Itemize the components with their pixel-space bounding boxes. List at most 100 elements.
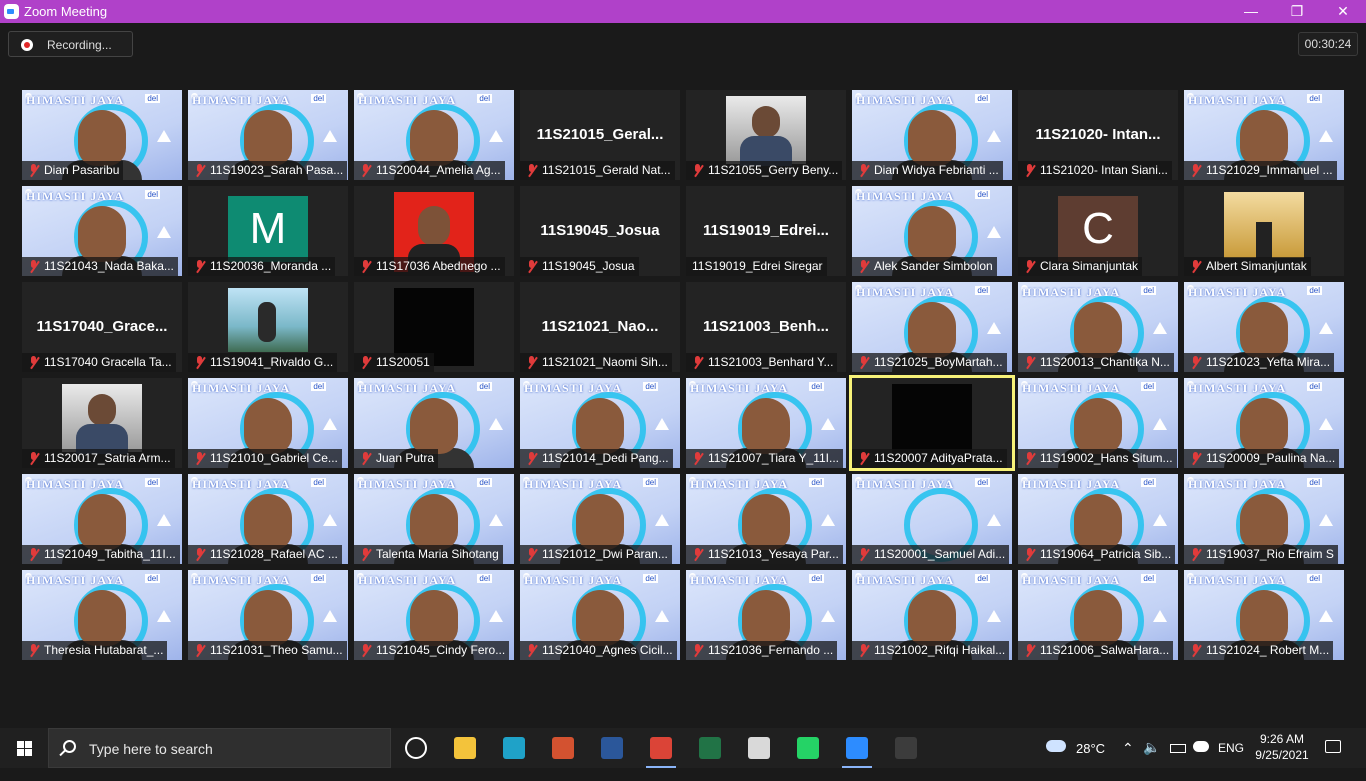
participant-tile[interactable]: HIMASTI JAYA del 11S19037_Rio Efraim S (1184, 474, 1344, 564)
task-view-taskbar-button[interactable] (393, 728, 439, 768)
participant-tile[interactable]: HIMASTI JAYA del 11S21031_Theo Samu... (188, 570, 348, 660)
muted-mic-icon (194, 644, 205, 656)
participant-tile[interactable]: HIMASTI JAYA del 11S21025_BoyMartah... (852, 282, 1012, 372)
participant-tile[interactable]: HIMASTI JAYA del 11S21023_Yefta Mira... (1184, 282, 1344, 372)
participant-tile[interactable]: HIMASTI JAYA del 11S21036_Fernando ... (686, 570, 846, 660)
participant-name: 11S21013_Yesaya Par... (708, 547, 839, 561)
edge-taskbar-button[interactable] (491, 728, 537, 768)
participant-tile[interactable]: 11S19045_Josua 11S19045_Josua (520, 186, 680, 276)
participant-name: Clara Simanjuntak (1040, 259, 1139, 273)
participant-tile[interactable]: HIMASTI JAYA del 11S21006_SalwaHara... (1018, 570, 1178, 660)
participant-tile[interactable]: HIMASTI JAYA del 11S20009_Paulina Na... (1184, 378, 1344, 468)
participant-name: 11S21040_Agnes Cicil... (542, 643, 673, 657)
banner-logo: del (809, 382, 824, 391)
participant-tile[interactable]: HIMASTI JAYA del 11S21029_Immanuel ... (1184, 90, 1344, 180)
weather-widget[interactable]: 28°C (1044, 728, 1114, 768)
participant-name: 11S20007 AdityaPrata... (874, 451, 1003, 465)
participant-tile[interactable]: HIMASTI JAYA del 11S21010_Gabriel Ce... (188, 378, 348, 468)
participant-tile[interactable]: 11S21055_Gerry Beny... (686, 90, 846, 180)
close-button[interactable]: ✕ (1320, 0, 1366, 23)
obs-taskbar-button[interactable] (883, 728, 929, 768)
participant-tile[interactable]: HIMASTI JAYA del 11S21002_Rifqi Haikal... (852, 570, 1012, 660)
file-explorer-taskbar-button[interactable] (442, 728, 488, 768)
participant-name-label: 11S20009_Paulina Na... (1184, 449, 1340, 468)
participant-tile[interactable]: HIMASTI JAYA del Talenta Maria Sihotang (354, 474, 514, 564)
participant-tile[interactable]: 11S19019_Edrei... 11S19019_Edrei Siregar (686, 186, 846, 276)
participant-tile[interactable]: HIMASTI JAYA del 11S21040_Agnes Cicil... (520, 570, 680, 660)
participant-tile[interactable]: 11S19041_Rivaldo G... (188, 282, 348, 372)
clock[interactable]: 9:26 AM 9/25/2021 (1252, 728, 1312, 768)
participant-tile[interactable]: HIMASTI JAYA del 11S21024_ Robert M... (1184, 570, 1344, 660)
participant-tile[interactable]: HIMASTI JAYA del Theresia Hutabarat_... (22, 570, 182, 660)
participant-tile[interactable]: 11S17036 Abednego ... (354, 186, 514, 276)
participant-tile[interactable]: HIMASTI JAYA del 11S21043_Nada Baka... (22, 186, 182, 276)
excel-taskbar-button[interactable] (687, 728, 733, 768)
participant-tile[interactable]: HIMASTI JAYA del Dian Widya Febrianti ... (852, 90, 1012, 180)
participant-tile[interactable]: HIMASTI JAYA del 11S19002_Hans Situm... (1018, 378, 1178, 468)
muted-mic-icon (28, 548, 39, 560)
participant-tile[interactable]: HIMASTI JAYA del Dian Pasaribu (22, 90, 182, 180)
participant-tile[interactable]: 11S20051 (354, 282, 514, 372)
participant-name-label: Dian Widya Febrianti ... (852, 161, 1003, 180)
participant-name: 11S21015_Gerald Nat... (542, 163, 671, 177)
muted-mic-icon (526, 548, 537, 560)
whatsapp-taskbar-button[interactable] (785, 728, 831, 768)
minimize-button[interactable]: — (1228, 0, 1274, 23)
participant-tile[interactable]: HIMASTI JAYA del 11S19064_Patricia Sib... (1018, 474, 1178, 564)
participant-name-label: 11S21043_Nada Baka... (22, 257, 178, 276)
participant-tile[interactable]: 11S21021_Nao... 11S21021_Naomi Sih... (520, 282, 680, 372)
participant-name: 11S20009_Paulina Na... (1206, 451, 1336, 465)
banner-logo: del (1141, 382, 1156, 391)
participant-name: 11S21023_Yefta Mira... (1206, 355, 1331, 369)
participant-name: 11S19023_Sarah Pasa... (210, 163, 344, 177)
participant-tile[interactable]: 11S20007 AdityaPrata... (849, 375, 1015, 471)
participant-tile[interactable]: HIMASTI JAYA del 11S21049_Tabitha_11I... (22, 474, 182, 564)
zoom-taskbar-button[interactable] (834, 728, 880, 768)
participant-avatar: M (228, 196, 308, 262)
participant-name: Dian Widya Febrianti ... (874, 163, 999, 177)
participant-tile[interactable]: C Clara Simanjuntak (1018, 186, 1178, 276)
chevron-up-icon[interactable]: ⌃ (1122, 740, 1134, 780)
clock-time: 9:26 AM (1259, 732, 1305, 746)
participant-name: 11S21036_Fernando ... (708, 643, 834, 657)
participant-tile[interactable]: 11S21015_Geral... 11S21015_Gerald Nat... (520, 90, 680, 180)
participant-tile[interactable]: 11S17040_Grace... 11S17040 Gracella Ta... (22, 282, 182, 372)
onedrive-icon[interactable] (1193, 741, 1209, 752)
participant-tile[interactable]: HIMASTI JAYA del Alek Sander Simbolon (852, 186, 1012, 276)
muted-mic-icon (692, 644, 703, 656)
word-taskbar-button[interactable] (589, 728, 635, 768)
participant-name: 11S21014_Dedi Pang... (542, 451, 669, 465)
paint-taskbar-button[interactable] (736, 728, 782, 768)
participant-tile[interactable]: HIMASTI JAYA del 11S21045_Cindy Fero... (354, 570, 514, 660)
powerpoint-taskbar-button[interactable] (540, 728, 586, 768)
speaker-icon[interactable]: 🔈 (1143, 739, 1160, 779)
participant-tile[interactable]: 11S21020- Intan... 11S21020- Intan Siani.… (1018, 90, 1178, 180)
language-indicator[interactable]: ENG (1218, 741, 1244, 781)
participant-tile[interactable]: HIMASTI JAYA del 11S21028_Rafael AC ... (188, 474, 348, 564)
participant-tile[interactable]: HIMASTI JAYA del 11S21013_Yesaya Par... (686, 474, 846, 564)
participant-tile[interactable]: M 11S20036_Moranda ... (188, 186, 348, 276)
notifications-icon[interactable] (1325, 740, 1341, 753)
recording-indicator[interactable]: Recording... (8, 31, 133, 57)
start-button[interactable] (0, 728, 48, 768)
participant-tile[interactable]: HIMASTI JAYA del 11S21014_Dedi Pang... (520, 378, 680, 468)
participant-tile[interactable]: 11S20017_Satria Arm... (22, 378, 182, 468)
participant-tile[interactable]: HIMASTI JAYA del 11S20044_Amelia Ag... (354, 90, 514, 180)
participant-name-label: 11S21002_Rifqi Haikal... (852, 641, 1010, 660)
participant-tile[interactable]: HIMASTI JAYA del 11S20001_Samuel Adi... (852, 474, 1012, 564)
chrome-taskbar-button[interactable] (638, 728, 684, 768)
participant-tile[interactable]: HIMASTI JAYA del 11S20013_Chantika N... (1018, 282, 1178, 372)
taskbar-search[interactable]: Type here to search (48, 728, 391, 768)
participant-name-label: 11S21031_Theo Samu... (188, 641, 347, 660)
search-icon (63, 740, 76, 753)
battery-icon[interactable] (1170, 744, 1186, 753)
participant-name-label: 11S21015_Gerald Nat... (520, 161, 675, 180)
participant-tile[interactable]: HIMASTI JAYA del Juan Putra (354, 378, 514, 468)
taskbar: Type here to search 28°C ⌃ 🔈 ENG 9:26 AM… (0, 728, 1366, 768)
participant-tile[interactable]: 11S21003_Benh... 11S21003_Benhard Y... (686, 282, 846, 372)
participant-tile[interactable]: HIMASTI JAYA del 11S19023_Sarah Pasa... (188, 90, 348, 180)
participant-tile[interactable]: HIMASTI JAYA del 11S21012_Dwi Paran... (520, 474, 680, 564)
participant-tile[interactable]: HIMASTI JAYA del 11S21007_Tiara Y_11I... (686, 378, 846, 468)
participant-tile[interactable]: Albert Simanjuntak (1184, 186, 1344, 276)
restore-button[interactable]: ❐ (1274, 0, 1320, 23)
